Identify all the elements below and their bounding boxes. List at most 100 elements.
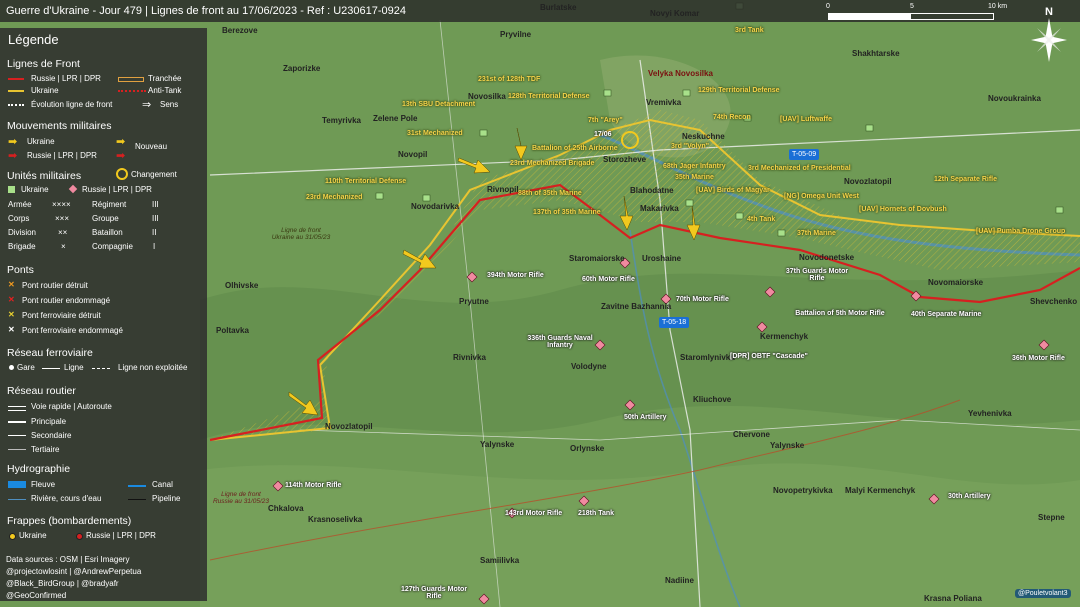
place-label: Yevhenivka (968, 409, 1012, 418)
ukraine-strike-icon (9, 533, 16, 540)
echelon-battalion-symbol: II (152, 228, 157, 237)
ukraine-unit-label: 68th Jager Infantry (663, 163, 726, 170)
ukraine-unit-label: 3rd Tank (735, 27, 764, 34)
legend-rail-line: Ligne (64, 363, 84, 372)
scale-bar: 0 5 10 km (826, 3, 1016, 20)
place-label: Makarivka (640, 204, 679, 213)
legend-russia-unit: Russie | LPR | DPR (82, 185, 152, 194)
russia-movement-arrow-icon: ➡ (8, 150, 18, 162)
ukraine-unit-label: 88th of 35th Marine (518, 190, 582, 197)
ukraine-unit-label: [NG] Omega Unit West (784, 193, 859, 200)
place-label: Olhivske (225, 281, 259, 290)
place-label: Neskuchne (682, 132, 725, 141)
canal-swatch (128, 485, 146, 487)
echelon-company-symbol: I (153, 242, 156, 251)
scale-bar-graphic (828, 13, 994, 20)
map-title: Guerre d'Ukraine - Jour 479 | Lignes de … (6, 5, 406, 17)
russia-unit-label: 143rd Motor Rifle (505, 510, 563, 517)
echelon-company: Compagnie (92, 242, 133, 251)
source-credit-1: @projectowlosint | @AndrewPerpetua (6, 567, 142, 576)
legend-title: Légende (8, 32, 59, 47)
russia-strike-icon (76, 533, 83, 540)
echelon-brigade: Brigade (8, 242, 36, 251)
new-russia-arrow-icon: ➡ (116, 150, 126, 162)
russia-unit-label: 218th Tank (578, 510, 615, 517)
place-label: Samiilivka (480, 556, 520, 565)
legend-new: Nouveau (135, 142, 168, 151)
ukraine-unit-label: 4th Tank (747, 216, 776, 223)
place-label: Pryutne (459, 297, 489, 306)
legend-russia-movement: Russie | LPR | DPR (27, 151, 97, 160)
source-credit-3: @GeoConfirmed (6, 591, 67, 600)
place-label: Novodarivka (411, 202, 460, 211)
echelon-regiment-symbol: III (152, 200, 159, 209)
place-label: Krasnoselivka (308, 515, 363, 524)
place-label: Zelene Pole (373, 114, 418, 123)
units-heading: Unités militaires (7, 170, 82, 182)
place-label: Blahodatne (630, 186, 674, 195)
place-label: Orlynske (570, 444, 605, 453)
place-label: Krasna Poliana (924, 594, 982, 603)
russia-unit-label: 37th Guards Motor Rifle (785, 268, 849, 282)
place-label: Zavitne Bazhannia (601, 302, 672, 311)
legend-secondary-road: Secondaire (31, 431, 72, 440)
secondary-road-swatch (8, 435, 26, 436)
echelon-division: Division (8, 228, 37, 237)
legend-ukraine-line: Ukraine (31, 86, 59, 95)
ukraine-unit-label: [UAV] Pumba Drone Group (976, 228, 1066, 235)
place-label: Burlatske (540, 3, 577, 12)
place-label: Vremivka (646, 98, 682, 107)
legend-bridge-rail-damaged: Pont ferroviaire endommagé (22, 326, 123, 335)
echelon-army: Armée (8, 200, 32, 209)
place-label: Zaporizke (283, 64, 321, 73)
russia-unit-label: 70th Motor Rifle (676, 296, 729, 303)
ukraine-unit-label: [UAV] Luftwaffe (780, 116, 832, 123)
ukraine-unit-label: 231st of 128th TDF (478, 76, 541, 83)
place-label: Uroshaine (642, 254, 682, 263)
place-label: Kermenchyk (760, 332, 809, 341)
place-label: Stepne (1038, 513, 1065, 522)
trench-swatch (118, 77, 144, 82)
rail-line-swatch (42, 368, 60, 369)
change-circle-icon (116, 168, 128, 180)
ukraine-unit-label: 23rd Mechanized (306, 194, 363, 201)
legend-bridge-rail-destroyed: Pont ferroviaire détruit (22, 311, 101, 320)
russia-unit-label: 30th Artillery (948, 493, 991, 500)
echelon-group-symbol: III (152, 214, 159, 223)
place-label: Staromlynivka (680, 353, 735, 362)
legend-pipeline: Pipeline (152, 494, 181, 503)
place-label: Novopetrykivka (773, 486, 833, 495)
place-label: Yalynske (480, 440, 515, 449)
source-credit-2: @Black_BirdGroup | @bradyafr (6, 579, 119, 588)
russia-unit-label: 127th Guards Motor Rifle (400, 586, 468, 600)
russia-unit-label: 50th Artillery (624, 414, 667, 421)
russia-unit-label: 36th Motor Rifle (1012, 355, 1065, 362)
russia-unit-label: 60th Motor Rifle (582, 276, 635, 283)
russia-unit-label: 40th Separate Marine (911, 311, 982, 318)
road-badge: T-05-18 (659, 317, 690, 328)
place-label: Yalynske (770, 441, 805, 450)
place-label: Chervone (733, 430, 770, 439)
legend-river-small: Rivière, cours d'eau (31, 494, 102, 503)
legend-bridge-road-damaged: Pont routier endommagé (22, 296, 111, 305)
legend-evolution: Évolution ligne de front (31, 100, 113, 109)
pipeline-swatch (128, 499, 146, 500)
highway-swatch (8, 406, 26, 411)
legend-river-big: Fleuve (31, 480, 56, 489)
antitank-swatch (118, 90, 146, 92)
front-lines-heading: Lignes de Front (7, 58, 80, 70)
legend-russia-strike: Russie | LPR | DPR (86, 531, 156, 540)
echelon-army-symbol: ×××× (52, 200, 71, 209)
ukraine-movement-arrow-icon: ➡ (8, 136, 18, 148)
place-label: Berezove (222, 26, 258, 35)
bridge-road-destroyed-icon: ✕ (8, 280, 15, 289)
echelon-regiment: Régiment (92, 200, 127, 209)
echelon-battalion: Bataillon (92, 228, 123, 237)
place-label: Temyrivka (322, 116, 361, 125)
direction-arrow-icon: ⇒ (142, 99, 152, 111)
place-label: Kliuchove (693, 395, 732, 404)
legend-bridge-road-destroyed: Pont routier détruit (22, 281, 88, 290)
strikes-heading: Frappes (bombardements) (7, 515, 132, 527)
place-label: Rivnopil (487, 185, 519, 194)
place-label: Novozlatopil (844, 177, 892, 186)
